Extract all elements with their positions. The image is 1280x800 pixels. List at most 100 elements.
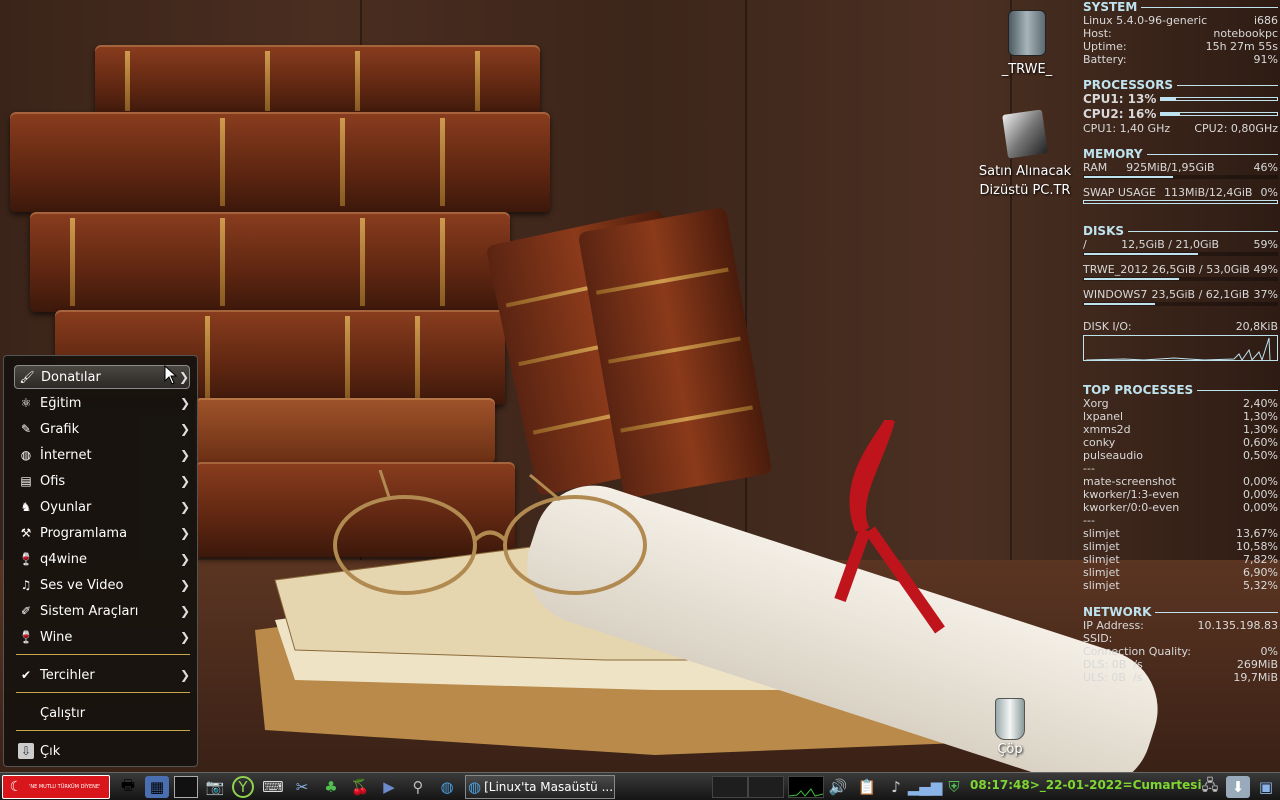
menu-item-cik[interactable]: ⇩ Çık (14, 739, 190, 763)
menu-item-ses-ve-video[interactable]: ♫ Ses ve Video ❯ (14, 573, 190, 597)
label: SWAP USAGE (1083, 186, 1156, 199)
desktop-icon-label: Çöp (997, 742, 1023, 757)
desktop-icon-laptop-list[interactable]: Satın Alınacak Dizüstü PC.TR (975, 109, 1075, 200)
chevron-right-icon: ❯ (180, 578, 191, 592)
menu-item-label: Grafik (40, 421, 80, 437)
download-icon[interactable]: ⬇ (1226, 776, 1250, 798)
clover-icon[interactable]: ♣ (319, 776, 343, 798)
clock-text[interactable]: 08:17:48>_22-01-2022=Cumartesi (970, 778, 1202, 792)
freq2-text: CPU2: 0,80GHz (1194, 122, 1278, 135)
section-header: MEMORY (1083, 147, 1278, 161)
ram-bar (1083, 175, 1278, 179)
antenna-icon[interactable]: ⚲ (406, 776, 430, 798)
chevron-right-icon: ❯ (180, 630, 191, 644)
label: Host: (1083, 27, 1112, 40)
keyboard-icon[interactable]: ⌨ (261, 776, 285, 798)
ram-pct: 46% (1253, 161, 1278, 174)
swap-pct: 0% (1260, 186, 1278, 199)
section-header: TOP PROCESSES (1083, 383, 1278, 397)
tool-icon[interactable]: ✂ (290, 776, 314, 798)
menu-item-internet[interactable]: ◍ İnternet ❯ (14, 443, 190, 467)
battery-text: 91% (1253, 53, 1278, 66)
conky-monitor: SYSTEM Linux 5.4.0-96-generic i686 Host: n… (1083, 0, 1278, 684)
desktop-icon-trwe[interactable]: _TRWE_ (995, 10, 1059, 77)
disk-bar (1083, 277, 1278, 281)
browser-icon: ◍ (468, 778, 482, 796)
menu-item-calistir[interactable]: Çalıştır (14, 701, 190, 725)
speaker-icon[interactable]: 🔊 (826, 776, 850, 798)
disk-name: WINDOWS7 (1083, 288, 1148, 301)
music-icon[interactable]: ♪ (884, 776, 908, 798)
mouse-cursor-icon (164, 365, 178, 385)
swap-text: 113MiB/12,4GiB (1164, 186, 1253, 199)
label: IP Address: (1083, 619, 1144, 632)
process-name: slimjet (1083, 553, 1120, 566)
menu-item-q4wine[interactable]: 🍷 q4wine ❯ (14, 547, 191, 571)
process-name: lxpanel (1083, 410, 1124, 423)
cherry-icon[interactable]: 🍒 (348, 776, 372, 798)
graphics-icon: ✎ (20, 422, 32, 436)
chevron-right-icon: ❯ (180, 474, 191, 488)
signal-icon[interactable]: ▂▄▆ (908, 776, 943, 798)
start-menu-button[interactable]: ☾ 'NE MUTLU TÜRKÜM DİYENE' (2, 775, 110, 799)
education-icon: ⚛ (20, 396, 32, 410)
label: Uptime: (1083, 40, 1127, 53)
menu-item-egitim[interactable]: ⚛ Eğitim ❯ (14, 391, 190, 415)
separator-text: --- (1083, 462, 1095, 475)
screenshot-icon[interactable]: 📷 (203, 776, 227, 798)
chevron-right-icon: ❯ (180, 448, 191, 462)
menu-item-tercihler[interactable]: ✔ Tercihler ❯ (14, 663, 190, 687)
menu-item-programlama[interactable]: ⚒ Programlama ❯ (14, 521, 190, 545)
yoono-icon[interactable]: Y (232, 776, 254, 798)
desktop-pager-2[interactable] (748, 776, 784, 798)
process-name: kworker/0:0-even (1083, 501, 1180, 514)
turkish-flag-icon: ☾ (9, 779, 23, 795)
cpu2-bar (1160, 112, 1278, 116)
drive-icon (1008, 10, 1046, 56)
disk-usage: 23,5GiB / 62,1GiB (1151, 288, 1250, 301)
windows-icon[interactable]: ▣ (1254, 776, 1278, 798)
network-tray-icon[interactable]: 🖧 (1198, 776, 1222, 798)
taskbar: ☾ 'NE MUTLU TÜRKÜM DİYENE' 🖶 ▦ 📷 Y ⌨ ✂ ♣… (0, 772, 1280, 800)
menu-separator (16, 730, 190, 731)
chevron-right-icon: ❯ (180, 396, 191, 410)
menu-item-label: q4wine (40, 551, 88, 567)
printer-icon[interactable]: 🖶 (116, 776, 140, 798)
quality-text: 0% (1260, 645, 1278, 658)
arch-text: i686 (1253, 14, 1278, 27)
terminal-icon[interactable] (174, 776, 198, 798)
menu-item-label: Eğitim (40, 395, 82, 411)
desktop-icon-trash[interactable]: Çöp (985, 698, 1035, 757)
uls-text: ULS: 0B /s (1083, 671, 1143, 684)
chevron-right-icon: ❯ (180, 526, 191, 540)
menu-item-label: Sistem Araçları (40, 603, 139, 619)
menu-item-sistem-araclari[interactable]: ✐ Sistem Araçları ❯ (14, 599, 190, 623)
globe-icon[interactable]: ◍ (435, 776, 459, 798)
window-title: [Linux'ta Masaüstü ... (484, 780, 614, 794)
disk-bar (1083, 252, 1278, 256)
disk-usage: 26,5GiB / 53,0GiB (1151, 263, 1250, 276)
disk-io-text: 20,8KiB (1235, 320, 1278, 333)
clipboard-icon[interactable]: 📋 (855, 776, 879, 798)
process-name: pulseaudio (1083, 449, 1143, 462)
disk-name: TRWE_2012 (1083, 263, 1149, 276)
media-player-icon[interactable]: ▶ (377, 776, 401, 798)
label: RAM (1083, 161, 1108, 174)
menu-item-ofis[interactable]: ▤ Ofis ❯ (14, 469, 190, 493)
desktop-pager-1[interactable] (712, 776, 748, 798)
process-value: 5,32% (1243, 579, 1278, 592)
menu-item-label: Donatılar (41, 369, 101, 385)
ram-text: 925MiB/1,95GiB (1126, 161, 1215, 174)
taskbar-window-button[interactable]: ◍ [Linux'ta Masaüstü ... (465, 775, 615, 799)
menu-item-label: Ses ve Video (40, 577, 124, 593)
disk-bar (1083, 302, 1278, 306)
menu-item-wine[interactable]: 🍷 Wine ❯ (14, 625, 191, 649)
multimedia-icon: ♫ (20, 578, 32, 592)
display-icon[interactable]: ▦ (145, 776, 169, 798)
dls-text: DLS: 0B /s (1083, 658, 1143, 671)
menu-item-oyunlar[interactable]: ♞ Oyunlar ❯ (14, 495, 190, 519)
menu-item-grafik[interactable]: ✎ Grafik ❯ (14, 417, 190, 441)
shield-icon[interactable]: ⛨ (942, 776, 966, 798)
section-header: PROCESSORS (1083, 78, 1278, 92)
label: Battery: (1083, 53, 1127, 66)
